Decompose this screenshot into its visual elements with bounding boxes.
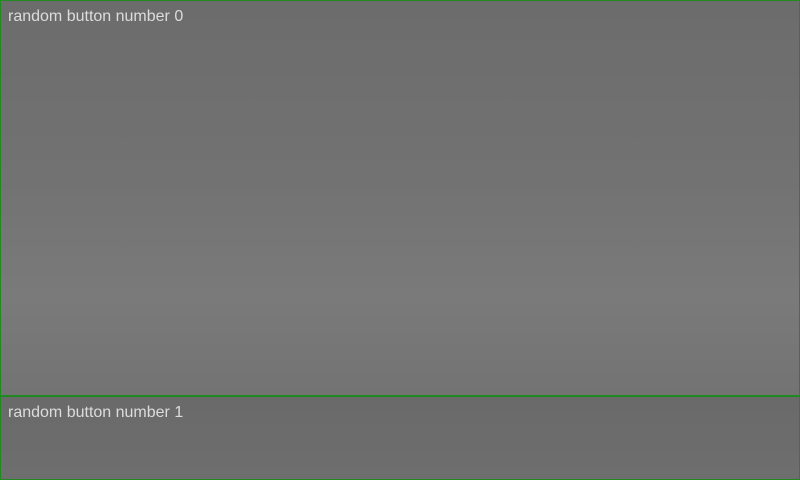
random-button-1-label: random button number 1 (8, 404, 184, 421)
random-button-1[interactable]: random button number 1 (0, 396, 800, 480)
app-screen: random button number 0 random button num… (0, 0, 800, 480)
random-button-0[interactable]: random button number 0 (0, 0, 800, 396)
random-button-0-label: random button number 0 (8, 8, 184, 25)
